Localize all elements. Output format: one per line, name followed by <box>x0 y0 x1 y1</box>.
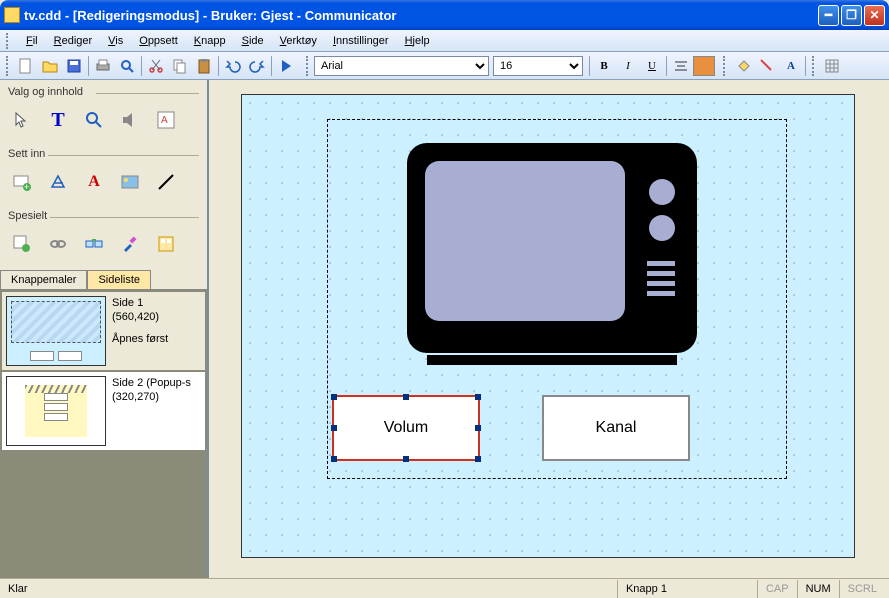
menu-knapp[interactable]: Knapp <box>186 33 234 49</box>
fill-bucket-button[interactable] <box>732 55 754 77</box>
undo-button[interactable] <box>222 55 244 77</box>
svg-text:A: A <box>161 115 168 126</box>
template-tool[interactable] <box>154 232 178 256</box>
redo-button[interactable] <box>246 55 268 77</box>
minimize-button[interactable]: ━ <box>818 5 839 26</box>
underline-button[interactable]: U <box>641 55 663 77</box>
canvas-button-kanal[interactable]: Kanal <box>542 395 690 461</box>
special-add-tool[interactable] <box>10 232 34 256</box>
maximize-button[interactable]: ❐ <box>841 5 862 26</box>
grip-icon <box>812 56 818 76</box>
cut-button[interactable] <box>145 55 167 77</box>
menu-hjelp[interactable]: Hjelp <box>397 33 438 49</box>
line-color-button[interactable] <box>756 55 778 77</box>
panel-tabs: Knappemaler Sideliste <box>0 270 207 290</box>
insert-button-tool[interactable]: + <box>10 170 34 194</box>
link-tool[interactable] <box>46 232 70 256</box>
status-num: NUM <box>797 580 839 598</box>
canvas-button-volum[interactable]: Volum <box>332 395 480 461</box>
page-item-2[interactable]: Side 2 (Popup-s (320,270) <box>2 372 205 450</box>
main-area: Valg og innhold T A Sett inn + A Spesiel… <box>0 80 889 578</box>
copy-button[interactable] <box>169 55 191 77</box>
toolbar: Arial 16 B I U A <box>0 52 889 80</box>
play-button[interactable] <box>275 55 297 77</box>
pointer-tool[interactable] <box>10 108 34 132</box>
bold-button[interactable]: B <box>593 55 615 77</box>
preview-button[interactable] <box>116 55 138 77</box>
italic-button[interactable]: I <box>617 55 639 77</box>
menu-oppsett[interactable]: Oppsett <box>131 33 186 49</box>
page-list: Side 1 (560,420) Åpnes først Side 2 (Pop… <box>0 290 207 578</box>
menubar: Fil Rediger Vis Oppsett Knapp Side Verkt… <box>0 30 889 52</box>
button-label: Volum <box>384 419 428 437</box>
font-select[interactable]: Arial <box>314 56 489 76</box>
nav-tool[interactable] <box>82 232 106 256</box>
panel-label-settinn: Sett inn <box>8 148 199 160</box>
page-info: Side 2 (Popup-s (320,270) <box>112 376 191 446</box>
panel-label-valg: Valg og innhold <box>8 86 199 98</box>
zoom-tool[interactable] <box>82 108 106 132</box>
status-ready: Klar <box>4 583 617 595</box>
menu-vis[interactable]: Vis <box>100 33 131 49</box>
menu-innstillinger[interactable]: Innstillinger <box>325 33 397 49</box>
insert-text-tool[interactable]: A <box>82 170 106 194</box>
titlebar: tv.cdd - [Redigeringsmodus] - Bruker: Gj… <box>0 0 889 30</box>
grip-icon <box>306 56 312 76</box>
panel-label-spesielt: Spesielt <box>8 210 199 222</box>
menu-rediger[interactable]: Rediger <box>46 33 101 49</box>
text-tool[interactable]: T <box>46 108 70 132</box>
grip-icon <box>6 56 12 76</box>
new-button[interactable] <box>15 55 37 77</box>
menu-verktoy[interactable]: Verktøy <box>272 33 325 49</box>
richtext-tool[interactable]: A <box>154 108 178 132</box>
status-cap: CAP <box>757 580 797 598</box>
align-button[interactable] <box>670 55 692 77</box>
status-scrl: SCRL <box>839 580 885 598</box>
open-button[interactable] <box>39 55 61 77</box>
insert-line-tool[interactable] <box>154 170 178 194</box>
button-label: Kanal <box>596 419 637 437</box>
tab-sideliste[interactable]: Sideliste <box>87 270 151 289</box>
menu-fil[interactable]: Fil <box>18 33 46 49</box>
text-color-button[interactable]: A <box>780 55 802 77</box>
paste-button[interactable] <box>193 55 215 77</box>
grip-icon <box>6 33 12 49</box>
sound-tool[interactable] <box>118 108 142 132</box>
close-button[interactable]: ✕ <box>864 5 885 26</box>
eyedropper-tool[interactable] <box>118 232 142 256</box>
page-info: Side 1 (560,420) Åpnes først <box>112 296 168 366</box>
tab-knappemaler[interactable]: Knappemaler <box>0 270 87 289</box>
print-button[interactable] <box>92 55 114 77</box>
canvas[interactable]: Volum Kanal <box>241 94 855 558</box>
status-object: Knapp 1 <box>617 580 757 598</box>
save-button[interactable] <box>63 55 85 77</box>
page-item-1[interactable]: Side 1 (560,420) Åpnes først <box>2 292 205 370</box>
window-title: tv.cdd - [Redigeringsmodus] - Bruker: Gj… <box>24 8 818 23</box>
svg-text:+: + <box>24 182 29 191</box>
menu-side[interactable]: Side <box>234 33 272 49</box>
canvas-area: Volum Kanal <box>209 80 889 578</box>
page-thumbnail <box>6 296 106 366</box>
tv-graphic[interactable] <box>407 143 707 367</box>
statusbar: Klar Knapp 1 CAP NUM SCRL <box>0 578 889 598</box>
app-icon <box>4 7 20 23</box>
grid-button[interactable] <box>821 55 843 77</box>
font-size-select[interactable]: 16 <box>493 56 583 76</box>
left-panel: Valg og innhold T A Sett inn + A Spesiel… <box>0 80 209 578</box>
fill-color-button[interactable] <box>693 56 715 76</box>
page-thumbnail <box>6 376 106 446</box>
grip-icon <box>723 56 729 76</box>
insert-image-tool[interactable] <box>118 170 142 194</box>
insert-shape-tool[interactable] <box>46 170 70 194</box>
